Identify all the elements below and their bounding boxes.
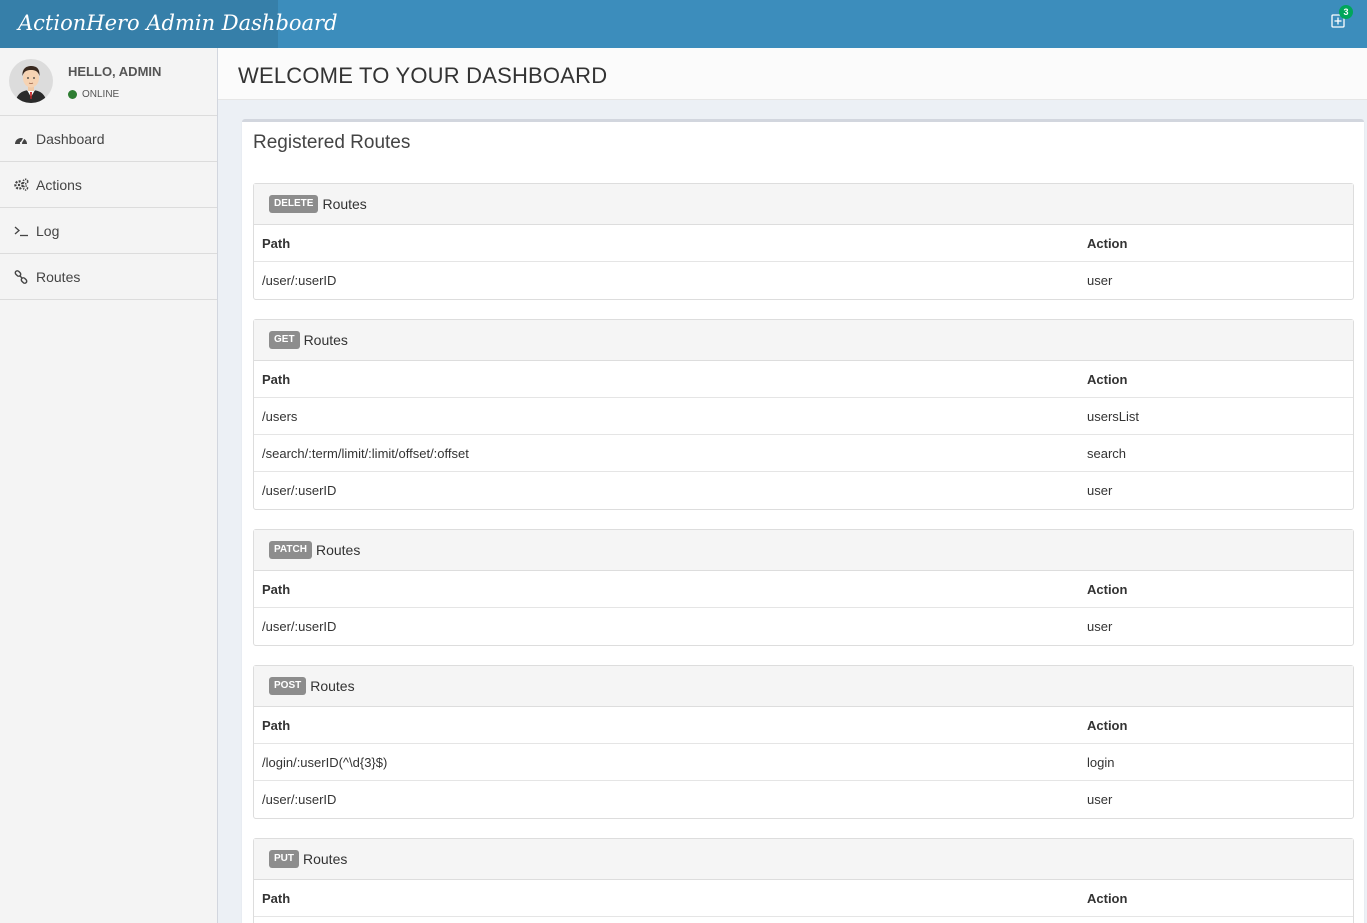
column-header-action: Action bbox=[1087, 236, 1128, 251]
table-row bbox=[254, 917, 1353, 923]
column-header-action: Action bbox=[1087, 582, 1128, 597]
route-path: /user/:userID bbox=[262, 483, 337, 498]
panel-heading: GET Routes bbox=[254, 320, 1353, 361]
top-navbar: ActionHero Admin Dashboard 3 bbox=[0, 0, 1367, 48]
column-header-path: Path bbox=[262, 891, 291, 906]
column-header-action: Action bbox=[1087, 891, 1128, 906]
sidebar-item-label: Log bbox=[36, 222, 60, 239]
routes-panel-delete: DELETE Routes Path Action /user/:userID … bbox=[253, 183, 1354, 300]
column-header-path: Path bbox=[262, 236, 291, 251]
content-header: WELCOME TO YOUR DASHBOARD bbox=[218, 48, 1367, 100]
sidebar-item-label: Routes bbox=[36, 268, 81, 285]
panel-heading: PUT Routes bbox=[254, 839, 1353, 880]
table-header-row: Path Action bbox=[254, 880, 1353, 917]
notification-count-badge: 3 bbox=[1339, 5, 1353, 19]
route-path: /login/:userID(^\d{3}$) bbox=[262, 755, 388, 770]
column-header-action: Action bbox=[1087, 718, 1128, 733]
route-path: /user/:userID bbox=[262, 619, 337, 634]
table-header-row: Path Action bbox=[254, 225, 1353, 262]
table-row: /user/:userID user bbox=[254, 608, 1353, 645]
avatar bbox=[9, 59, 53, 103]
route-action: user bbox=[1087, 792, 1113, 807]
sidebar-item-dashboard[interactable]: Dashboard bbox=[0, 116, 217, 162]
panel-heading: DELETE Routes bbox=[254, 184, 1353, 225]
routes-panel-put: PUT Routes Path Action bbox=[253, 838, 1354, 923]
box-title: Registered Routes bbox=[253, 132, 411, 153]
panel-heading: POST Routes bbox=[254, 666, 1353, 707]
table-row: /users usersList bbox=[254, 398, 1353, 435]
sidebar-item-routes[interactable]: Routes bbox=[0, 254, 217, 300]
brand-logo[interactable]: ActionHero Admin Dashboard bbox=[0, 0, 338, 48]
route-action: usersList bbox=[1087, 409, 1140, 424]
user-greeting: HELLO, ADMIN bbox=[68, 64, 162, 79]
panel-heading-label: Routes bbox=[310, 678, 355, 694]
user-status-label: ONLINE bbox=[82, 89, 120, 100]
route-action: user bbox=[1087, 619, 1113, 634]
method-badge: DELETE bbox=[269, 195, 319, 213]
sidebar-item-label: Dashboard bbox=[36, 130, 105, 147]
routes-panel-get: GET Routes Path Action /users usersList … bbox=[253, 319, 1354, 510]
table-row: /user/:userID user bbox=[254, 781, 1353, 818]
table-row: /login/:userID(^\d{3}$) login bbox=[254, 744, 1353, 781]
route-path: /search/:term/limit/:limit/offset/:offse… bbox=[262, 446, 469, 461]
table-header-row: Path Action bbox=[254, 361, 1353, 398]
sidebar-item-label: Actions bbox=[36, 176, 82, 193]
route-action: login bbox=[1087, 755, 1115, 770]
table-header-row: Path Action bbox=[254, 707, 1353, 744]
panel-heading-label: Routes bbox=[303, 332, 348, 348]
sidebar: HELLO, ADMIN ONLINE Dashboard Actions Lo… bbox=[0, 48, 218, 923]
registered-routes-box: Registered Routes DELETE Routes Path Act… bbox=[242, 119, 1364, 923]
column-header-action: Action bbox=[1087, 372, 1128, 387]
method-badge: PATCH bbox=[269, 541, 312, 559]
column-header-path: Path bbox=[262, 718, 291, 733]
panel-heading-label: Routes bbox=[322, 196, 367, 212]
table-row: /user/:userID user bbox=[254, 472, 1353, 509]
route-action: user bbox=[1087, 483, 1113, 498]
panel-heading: PATCH Routes bbox=[254, 530, 1353, 571]
column-header-path: Path bbox=[262, 582, 291, 597]
route-path: /user/:userID bbox=[262, 792, 337, 807]
method-badge: GET bbox=[269, 331, 300, 349]
gears-icon bbox=[13, 177, 29, 193]
route-action: search bbox=[1087, 446, 1127, 461]
dashboard-icon bbox=[13, 131, 29, 147]
notifications-button[interactable]: 3 bbox=[1331, 5, 1353, 30]
link-icon bbox=[13, 269, 29, 285]
table-header-row: Path Action bbox=[254, 571, 1353, 608]
sidebar-item-actions[interactable]: Actions bbox=[0, 162, 217, 208]
table-row: /user/:userID user bbox=[254, 262, 1353, 299]
terminal-icon bbox=[13, 223, 29, 239]
sidebar-item-log[interactable]: Log bbox=[0, 208, 217, 254]
panel-heading-label: Routes bbox=[315, 542, 361, 558]
routes-panel-post: POST Routes Path Action /login/:userID(^… bbox=[253, 665, 1354, 819]
method-badge: POST bbox=[269, 677, 307, 695]
table-row: /search/:term/limit/:limit/offset/:offse… bbox=[254, 435, 1353, 472]
online-status-icon bbox=[68, 90, 77, 99]
method-badge: PUT bbox=[269, 850, 299, 868]
user-panel: HELLO, ADMIN ONLINE bbox=[0, 48, 217, 116]
user-status: ONLINE bbox=[68, 89, 119, 100]
route-path: /users bbox=[262, 409, 298, 424]
column-header-path: Path bbox=[262, 372, 291, 387]
panel-heading-label: Routes bbox=[303, 851, 348, 867]
route-path: /user/:userID bbox=[262, 273, 337, 288]
page-title: WELCOME TO YOUR DASHBOARD bbox=[238, 63, 608, 88]
route-action: user bbox=[1087, 273, 1113, 288]
routes-panel-patch: PATCH Routes Path Action /user/:userID u… bbox=[253, 529, 1354, 646]
